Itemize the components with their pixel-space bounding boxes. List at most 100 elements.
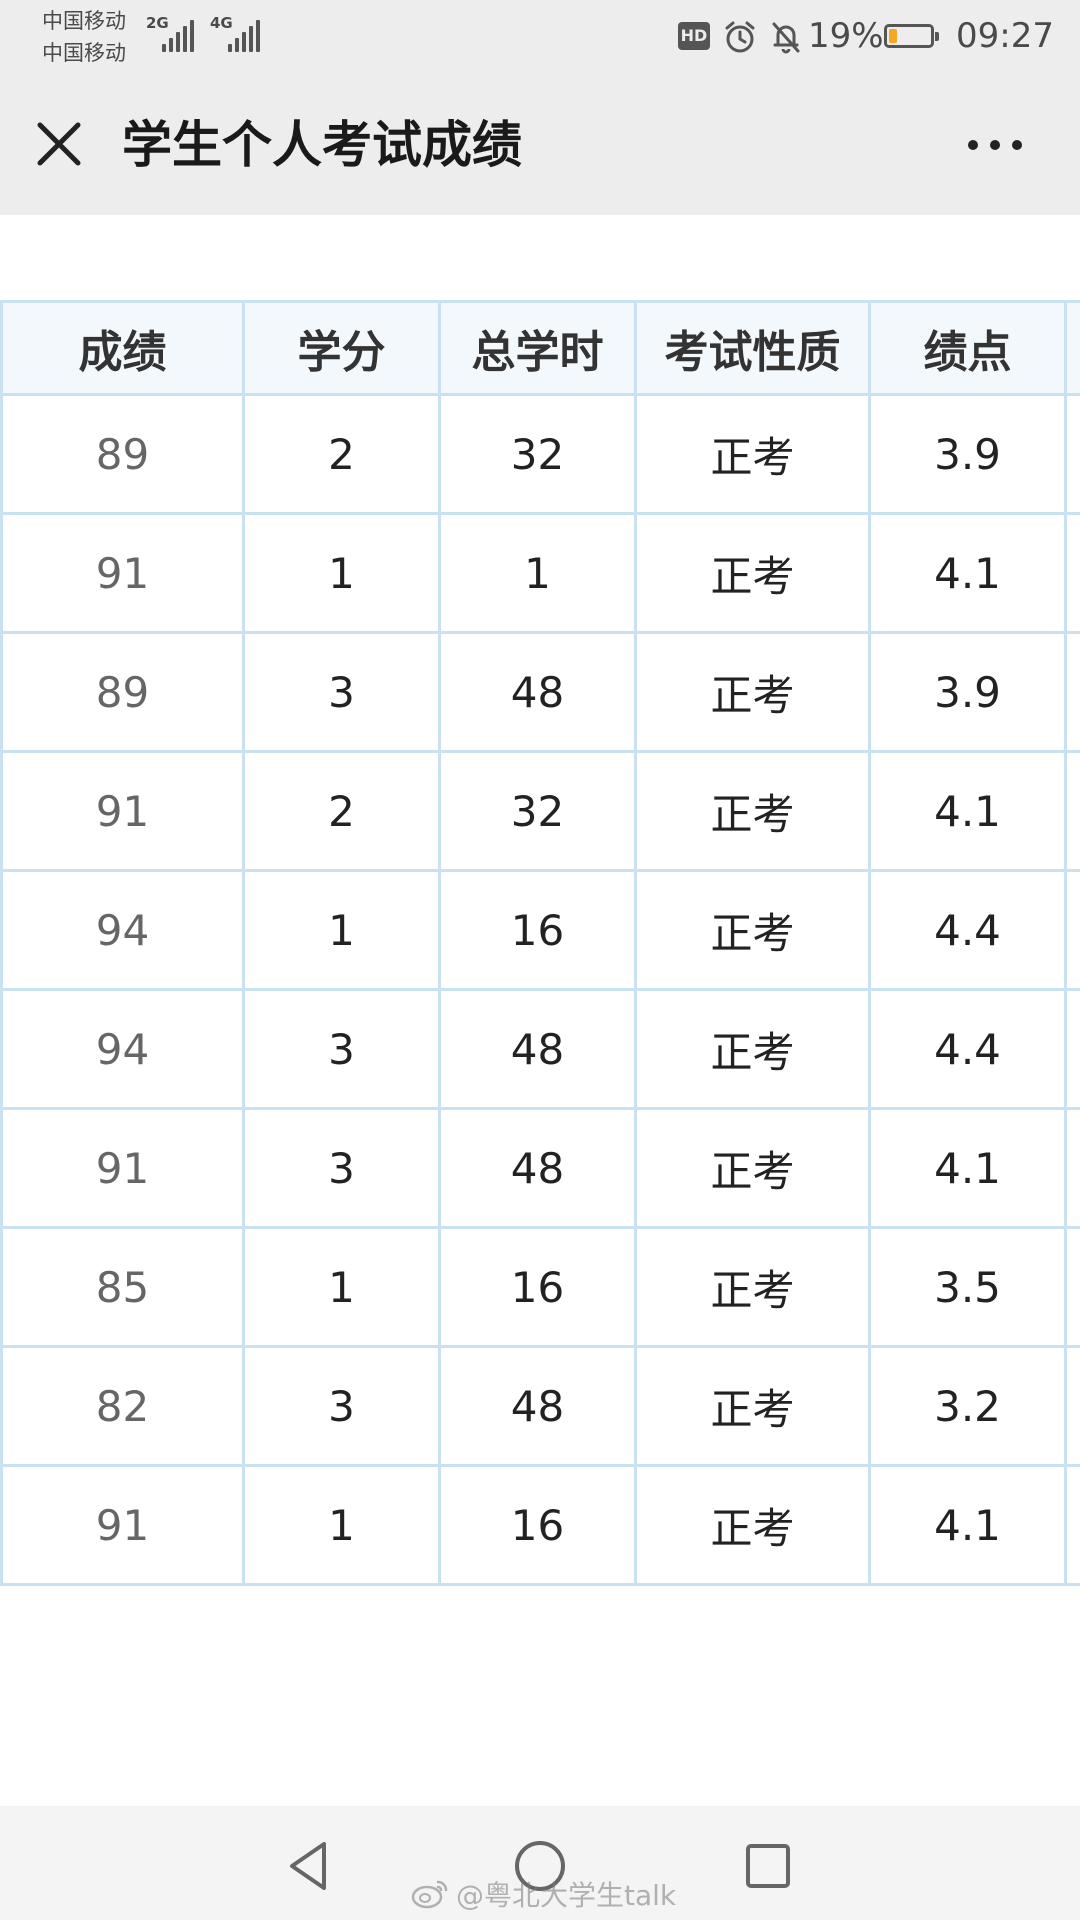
cell-credit: 3 [242,1345,441,1467]
cell-gpa: 3.2 [868,1345,1067,1467]
cell-exam-type: 正考 [634,750,871,872]
cell-total-hours: 48 [438,631,637,753]
cell-exam-type: 正考 [634,1345,871,1467]
table-row: 91 1 16 正考 4.1 [0,1464,1080,1586]
status-bar: 中国移动 中国移动 2G 4G HD 19% 09:27 [0,0,1080,75]
cell-credit: 3 [242,1107,441,1229]
back-triangle-icon[interactable] [280,1836,340,1896]
cell-total-hours: 48 [438,1107,637,1229]
battery-icon [884,24,939,48]
cell-credit: 1 [242,1226,441,1348]
watermark-text: @粤北大学生talk [456,1879,677,1912]
more-icon[interactable] [960,115,1030,175]
cell-credit: 1 [242,512,441,634]
cell-exam-type: 正考 [634,393,871,515]
table-row: 85 1 16 正考 3.5 [0,1226,1080,1348]
cell-score: 91 [0,1107,245,1229]
cell-score: 91 [0,1464,245,1586]
cell-total-hours: 16 [438,1226,637,1348]
cell-overflow [1064,393,1080,515]
header-gpa: 绩点 [868,300,1067,396]
header-overflow-cell [1064,300,1080,396]
cell-credit: 2 [242,393,441,515]
header-total-hours: 总学时 [438,300,637,396]
table-row: 94 3 48 正考 4.4 [0,988,1080,1110]
cell-score: 91 [0,750,245,872]
cell-total-hours: 1 [438,512,637,634]
cell-gpa: 4.4 [868,869,1067,991]
battery-percent: 19% [808,16,884,56]
cell-exam-type: 正考 [634,1464,871,1586]
cell-gpa: 4.1 [868,750,1067,872]
grades-table-body: 89 2 32 正考 3.9 91 1 1 正考 4.1 89 3 48 正考 3.9 91 2 32 正考 4.1 9… [0,393,1080,1586]
grades-table: 成绩 学分 总学时 考试性质 绩点 89 2 32 正考 3.9 91 1 1 正考 4.1 89 3… [0,300,1080,1586]
table-row: 91 2 32 正考 4.1 [0,750,1080,872]
cell-exam-type: 正考 [634,869,871,991]
table-row: 89 2 32 正考 3.9 [0,393,1080,515]
header-credit: 学分 [242,300,441,396]
cell-overflow [1064,1464,1080,1586]
cell-total-hours: 16 [438,1464,637,1586]
cell-exam-type: 正考 [634,512,871,634]
cell-exam-type: 正考 [634,1107,871,1229]
recents-square-icon[interactable] [738,1836,798,1896]
hd-badge: HD [678,22,710,50]
cell-exam-type: 正考 [634,1226,871,1348]
header-exam-type: 考试性质 [634,300,871,396]
cell-credit: 1 [242,1464,441,1586]
cell-exam-type: 正考 [634,988,871,1110]
table-row: 82 3 48 正考 3.2 [0,1345,1080,1467]
cell-overflow [1064,1107,1080,1229]
cell-gpa: 4.1 [868,1464,1067,1586]
header-score: 成绩 [0,300,245,396]
carrier-1-label: 中国移动 [42,9,126,33]
signal-1-icon [162,20,194,52]
cell-credit: 1 [242,869,441,991]
cell-overflow [1064,1226,1080,1348]
title-bar: 学生个人考试成绩 [0,75,1080,215]
cell-overflow [1064,631,1080,753]
cell-gpa: 3.5 [868,1226,1067,1348]
alarm-icon [725,21,755,53]
weibo-icon [411,1880,448,1909]
battery-level-fill [889,29,897,43]
cell-overflow [1064,988,1080,1110]
cell-total-hours: 16 [438,869,637,991]
table-row: 94 1 16 正考 4.4 [0,869,1080,991]
cell-score: 94 [0,869,245,991]
table-row: 91 1 1 正考 4.1 [0,512,1080,634]
cell-total-hours: 48 [438,988,637,1110]
cell-gpa: 3.9 [868,631,1067,753]
table-row: 91 3 48 正考 4.1 [0,1107,1080,1229]
cell-gpa: 4.4 [868,988,1067,1110]
cell-gpa: 4.1 [868,1107,1067,1229]
table-row: 89 3 48 正考 3.9 [0,631,1080,753]
cell-overflow [1064,512,1080,634]
cell-exam-type: 正考 [634,631,871,753]
cell-score: 94 [0,988,245,1110]
cell-total-hours: 32 [438,393,637,515]
cell-overflow [1064,869,1080,991]
cell-overflow [1064,750,1080,872]
cell-total-hours: 48 [438,1345,637,1467]
page-title: 学生个人考试成绩 [122,116,522,174]
cell-total-hours: 32 [438,750,637,872]
cell-gpa: 3.9 [868,393,1067,515]
cell-credit: 2 [242,750,441,872]
screen: 中国移动 中国移动 2G 4G HD 19% 09:27 学生个人考试成绩 成绩… [0,0,1080,1920]
cell-overflow [1064,1345,1080,1467]
cell-score: 82 [0,1345,245,1467]
close-icon[interactable] [30,115,90,175]
cell-score: 89 [0,631,245,753]
signal-2-icon [228,20,260,52]
cell-credit: 3 [242,631,441,753]
bell-off-icon [772,22,800,54]
table-header-row: 成绩 学分 总学时 考试性质 绩点 [0,300,1080,396]
cell-credit: 3 [242,988,441,1110]
cell-score: 89 [0,393,245,515]
cell-score: 85 [0,1226,245,1348]
carrier-2-label: 中国移动 [42,41,126,65]
cell-score: 91 [0,512,245,634]
clock: 09:27 [956,16,1054,56]
cell-gpa: 4.1 [868,512,1067,634]
